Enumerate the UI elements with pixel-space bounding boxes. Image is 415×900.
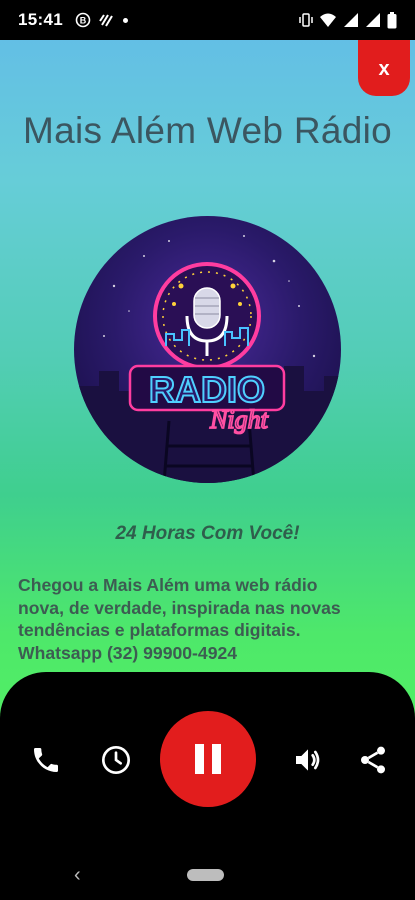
status-notification-icons: B bbox=[75, 12, 128, 28]
svg-text:B: B bbox=[80, 16, 87, 26]
schedule-button[interactable] bbox=[98, 742, 134, 778]
status-bar: 15:41 B bbox=[0, 0, 415, 40]
volume-icon bbox=[296, 749, 320, 771]
wifi-icon bbox=[320, 13, 336, 27]
notification-dot-icon bbox=[122, 17, 128, 23]
signal-icon bbox=[344, 13, 358, 27]
vibrate-icon bbox=[299, 13, 313, 27]
description-line: Whatsapp (32) 99900-4924 bbox=[18, 642, 238, 663]
description-line: Chegou a Mais Além uma web rádio bbox=[18, 575, 318, 595]
battery-icon bbox=[387, 11, 397, 28]
station-logo: RADIO Night bbox=[74, 216, 341, 483]
description-line: tendências e plataformas digitais. bbox=[18, 620, 301, 640]
tagline: 24 Horas Com Você! bbox=[115, 523, 300, 544]
clock-icon bbox=[102, 746, 130, 774]
station-description: Chegou a Mais Além uma web rádio nova, d… bbox=[18, 574, 403, 664]
pause-icon bbox=[195, 744, 221, 774]
radio-night-logo-art: RADIO Night bbox=[74, 235, 341, 483]
description-line: nova, de verdade, inspirada nas novas bbox=[18, 597, 341, 618]
close-button[interactable]: x bbox=[358, 40, 410, 96]
notification-stripes-icon bbox=[99, 14, 113, 27]
signal-2-icon bbox=[366, 13, 380, 27]
status-system-icons bbox=[299, 11, 397, 29]
phone-button[interactable] bbox=[28, 742, 64, 778]
notification-b-icon: B bbox=[75, 12, 91, 28]
home-pill-icon[interactable] bbox=[187, 869, 224, 881]
pause-button[interactable] bbox=[160, 711, 256, 807]
app-title: Mais Além Web Rádio bbox=[23, 110, 392, 151]
navigation-bar: ‹ bbox=[0, 852, 415, 900]
share-icon bbox=[361, 746, 385, 774]
logo-radio-text: RADIO bbox=[149, 369, 265, 410]
status-time: 15:41 bbox=[18, 10, 63, 29]
share-button[interactable] bbox=[355, 742, 391, 778]
phone-icon bbox=[34, 748, 58, 772]
logo-night-text: Night bbox=[209, 405, 269, 434]
volume-button[interactable] bbox=[290, 742, 326, 778]
main-content: x Mais Além Web Rádio RADIO Night 24 Hor… bbox=[0, 40, 415, 740]
back-icon[interactable]: ‹ bbox=[74, 864, 81, 887]
